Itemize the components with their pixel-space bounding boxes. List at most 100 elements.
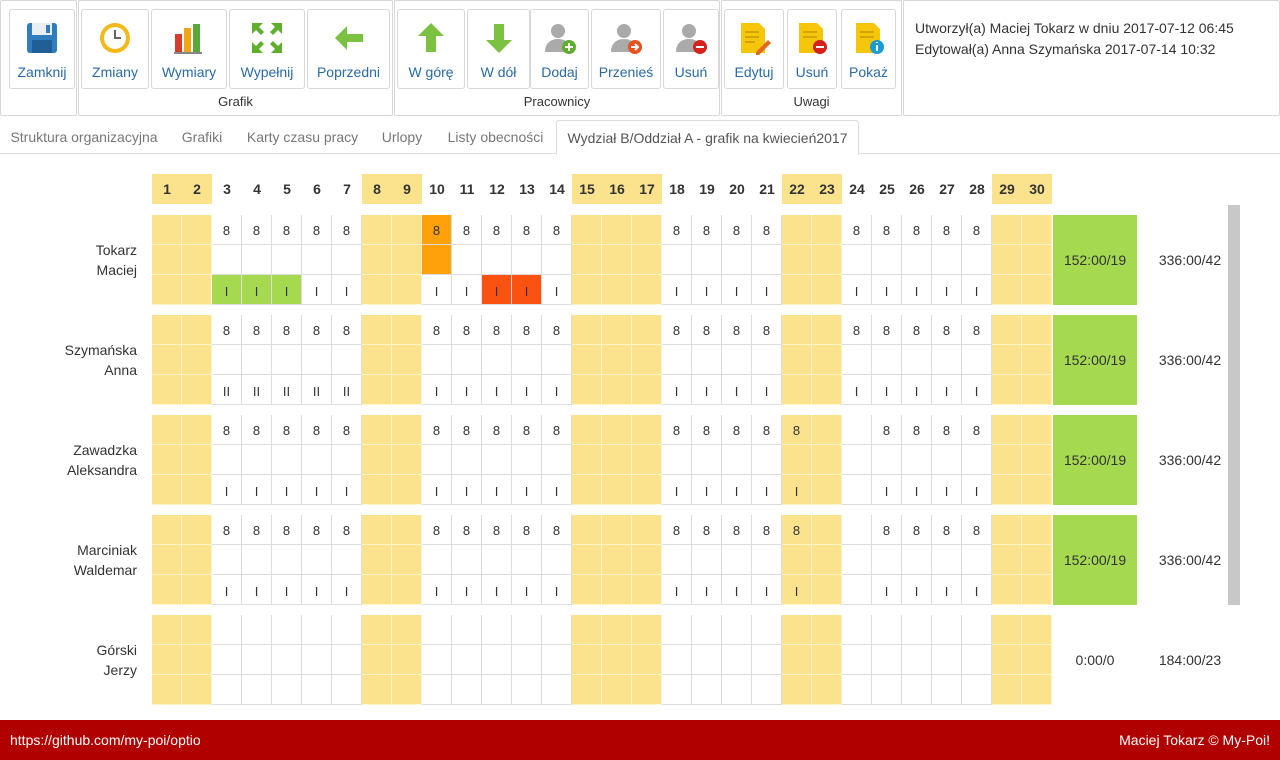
schedule-note-cell[interactable]	[422, 545, 452, 575]
schedule-note-cell[interactable]	[572, 445, 602, 475]
schedule-note-cell[interactable]	[812, 245, 842, 275]
schedule-note-cell[interactable]	[272, 545, 302, 575]
schedule-hours-cell[interactable]: 8	[962, 415, 992, 445]
schedule-note-cell[interactable]	[782, 545, 812, 575]
schedule-hours-cell[interactable]	[632, 415, 662, 445]
schedule-hours-cell[interactable]	[392, 315, 422, 345]
schedule-shift-cell[interactable]: I	[422, 375, 452, 405]
schedule-hours-cell[interactable]	[902, 615, 932, 645]
schedule-hours-cell[interactable]	[572, 615, 602, 645]
schedule-hours-cell[interactable]: 8	[902, 415, 932, 445]
schedule-shift-cell[interactable]	[842, 675, 872, 705]
schedule-note-cell[interactable]	[392, 245, 422, 275]
schedule-hours-cell[interactable]	[212, 615, 242, 645]
schedule-hours-cell[interactable]: 8	[872, 415, 902, 445]
schedule-note-cell[interactable]	[902, 645, 932, 675]
schedule-hours-cell[interactable]: 8	[242, 315, 272, 345]
schedule-shift-cell[interactable]	[242, 675, 272, 705]
schedule-shift-cell[interactable]	[272, 675, 302, 705]
schedule-note-cell[interactable]	[392, 445, 422, 475]
schedule-shift-cell[interactable]	[392, 275, 422, 305]
schedule-note-cell[interactable]	[512, 245, 542, 275]
schedule-shift-cell[interactable]	[452, 675, 482, 705]
schedule-shift-cell[interactable]	[182, 275, 212, 305]
schedule-note-cell[interactable]	[362, 245, 392, 275]
schedule-note-cell[interactable]	[542, 345, 572, 375]
schedule-shift-cell[interactable]	[1022, 675, 1052, 705]
schedule-hours-cell[interactable]: 8	[422, 315, 452, 345]
schedule-shift-cell[interactable]: I	[782, 575, 812, 605]
schedule-hours-cell[interactable]	[242, 615, 272, 645]
schedule-hours-cell[interactable]	[602, 515, 632, 545]
schedule-shift-cell[interactable]: I	[722, 375, 752, 405]
schedule-shift-cell[interactable]	[182, 475, 212, 505]
schedule-note-cell[interactable]	[692, 345, 722, 375]
schedule-hours-cell[interactable]: 8	[902, 515, 932, 545]
schedule-note-cell[interactable]	[932, 345, 962, 375]
schedule-hours-cell[interactable]: 8	[662, 515, 692, 545]
schedule-hours-cell[interactable]: 8	[482, 415, 512, 445]
schedule-note-cell[interactable]	[632, 645, 662, 675]
schedule-shift-cell[interactable]	[392, 475, 422, 505]
schedule-shift-cell[interactable]: I	[902, 575, 932, 605]
schedule-shift-cell[interactable]	[842, 575, 872, 605]
schedule-shift-cell[interactable]	[722, 675, 752, 705]
schedule-shift-cell[interactable]: I	[752, 375, 782, 405]
schedule-shift-cell[interactable]	[392, 575, 422, 605]
schedule-hours-cell[interactable]: 8	[482, 215, 512, 245]
schedule-hours-cell[interactable]: 8	[452, 415, 482, 445]
schedule-hours-cell[interactable]	[182, 315, 212, 345]
schedule-hours-cell[interactable]: 8	[542, 215, 572, 245]
schedule-shift-cell[interactable]	[992, 675, 1022, 705]
schedule-note-cell[interactable]	[722, 345, 752, 375]
schedule-note-cell[interactable]	[752, 545, 782, 575]
schedule-shift-cell[interactable]: I	[842, 375, 872, 405]
schedule-hours-cell[interactable]	[482, 615, 512, 645]
schedule-note-cell[interactable]	[752, 345, 782, 375]
schedule-note-cell[interactable]	[272, 645, 302, 675]
schedule-hours-cell[interactable]	[362, 415, 392, 445]
schedule-hours-cell[interactable]	[812, 415, 842, 445]
schedule-hours-cell[interactable]: 8	[692, 415, 722, 445]
schedule-shift-cell[interactable]: I	[782, 475, 812, 505]
schedule-hours-cell[interactable]	[992, 615, 1022, 645]
schedule-note-cell[interactable]	[362, 545, 392, 575]
schedule-hours-cell[interactable]: 8	[962, 515, 992, 545]
footer-link[interactable]: https://github.com/my-poi/optio	[10, 720, 201, 760]
schedule-note-cell[interactable]	[152, 545, 182, 575]
schedule-hours-cell[interactable]	[332, 615, 362, 645]
schedule-hours-cell[interactable]	[842, 615, 872, 645]
schedule-hours-cell[interactable]: 8	[332, 415, 362, 445]
schedule-note-cell[interactable]	[212, 345, 242, 375]
schedule-hours-cell[interactable]	[842, 515, 872, 545]
schedule-shift-cell[interactable]	[812, 475, 842, 505]
schedule-hours-cell[interactable]: 8	[782, 515, 812, 545]
schedule-note-cell[interactable]	[422, 345, 452, 375]
schedule-note-cell[interactable]	[872, 545, 902, 575]
schedule-hours-cell[interactable]: 8	[422, 515, 452, 545]
schedule-hours-cell[interactable]	[572, 415, 602, 445]
schedule-note-cell[interactable]	[482, 545, 512, 575]
schedule-note-cell[interactable]	[1022, 245, 1052, 275]
schedule-shift-cell[interactable]	[362, 475, 392, 505]
schedule-note-cell[interactable]	[902, 345, 932, 375]
schedule-note-cell[interactable]	[932, 645, 962, 675]
schedule-hours-cell[interactable]: 8	[452, 315, 482, 345]
schedule-shift-cell[interactable]	[1022, 275, 1052, 305]
schedule-note-cell[interactable]	[632, 345, 662, 375]
schedule-shift-cell[interactable]: I	[272, 475, 302, 505]
schedule-hours-cell[interactable]	[452, 615, 482, 645]
schedule-shift-cell[interactable]: I	[212, 575, 242, 605]
schedule-note-cell[interactable]	[332, 645, 362, 675]
schedule-shift-cell[interactable]: I	[302, 575, 332, 605]
schedule-shift-cell[interactable]	[572, 675, 602, 705]
schedule-shift-cell[interactable]: I	[272, 575, 302, 605]
schedule-note-cell[interactable]	[872, 645, 902, 675]
schedule-note-cell[interactable]	[932, 545, 962, 575]
schedule-note-cell[interactable]	[602, 545, 632, 575]
schedule-shift-cell[interactable]: I	[482, 275, 512, 305]
schedule-hours-cell[interactable]	[572, 215, 602, 245]
schedule-note-cell[interactable]	[692, 245, 722, 275]
schedule-note-cell[interactable]	[992, 645, 1022, 675]
schedule-shift-cell[interactable]	[992, 575, 1022, 605]
